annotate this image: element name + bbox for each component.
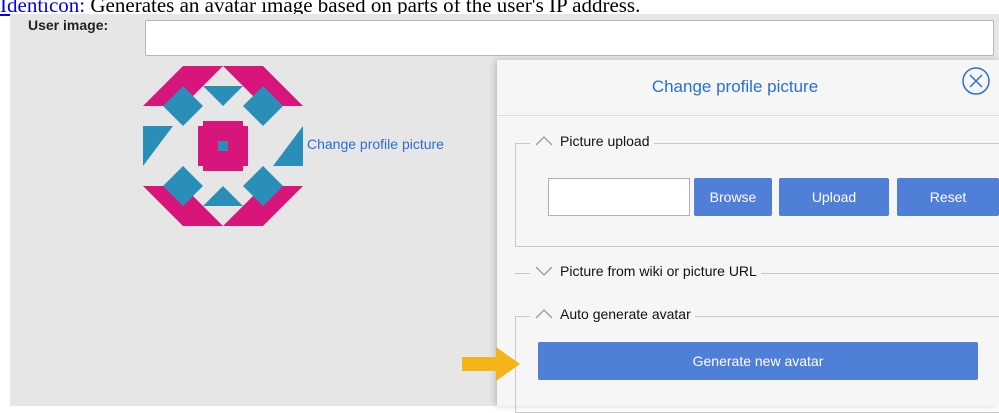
- close-icon[interactable]: [961, 66, 991, 96]
- auto-generate-section-label: Auto generate avatar: [560, 306, 691, 322]
- reset-button[interactable]: Reset: [897, 178, 999, 216]
- dialog-title: Change profile picture: [651, 77, 819, 96]
- chevron-down-icon: [535, 266, 553, 276]
- chevron-up-icon: [535, 309, 553, 319]
- auto-generate-section-header[interactable]: Auto generate avatar: [530, 306, 695, 322]
- change-profile-picture-link[interactable]: Change profile picture: [307, 136, 444, 152]
- user-image-input[interactable]: [145, 20, 994, 56]
- browse-button[interactable]: Browse: [694, 178, 772, 216]
- chevron-up-icon: [535, 136, 553, 146]
- file-name-input[interactable]: [548, 178, 690, 216]
- wiki-section-header[interactable]: Picture from wiki or picture URL: [530, 263, 761, 279]
- identicon-avatar: [143, 66, 303, 226]
- pointer-arrow-icon: [462, 347, 520, 381]
- wiki-section-label: Picture from wiki or picture URL: [560, 263, 757, 279]
- upload-button[interactable]: Upload: [779, 178, 889, 216]
- user-image-label: User image:: [28, 17, 109, 33]
- upload-section-header[interactable]: Picture upload: [530, 133, 654, 149]
- generate-new-avatar-button[interactable]: Generate new avatar: [538, 342, 978, 380]
- dialog-divider: [497, 115, 999, 116]
- upload-section-label: Picture upload: [560, 133, 650, 149]
